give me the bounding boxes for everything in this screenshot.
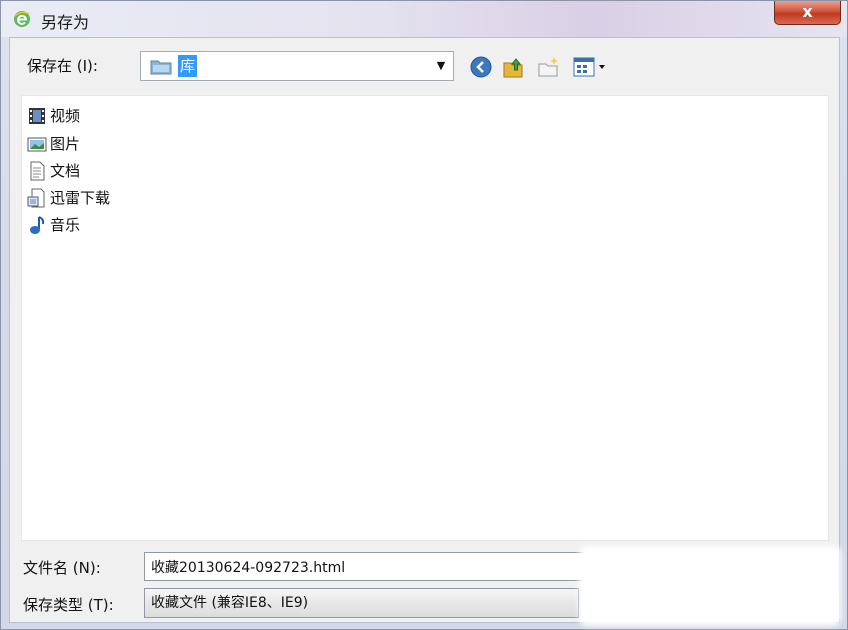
close-button[interactable]: x <box>774 1 841 25</box>
filename-input[interactable] <box>144 552 599 581</box>
window-title: 另存为 <box>41 13 90 32</box>
music-library-icon <box>30 216 45 234</box>
save-in-value: 库 <box>178 55 198 77</box>
save-as-dialog: 另存为 x 保存在 (I): 库 ▼ 视频 图片 文档 迅雷下载 音乐 文件名 … <box>0 0 848 630</box>
obscured-region <box>579 546 841 626</box>
filename-label: 文件名 (N): <box>23 559 101 577</box>
library-folder-icon <box>150 60 172 75</box>
list-item-label: 音乐 <box>50 216 81 234</box>
download-library-icon <box>27 188 45 208</box>
save-in-dropdown[interactable]: 库 ▼ <box>140 51 454 81</box>
view-menu-icon[interactable] <box>572 55 612 79</box>
list-item-music[interactable]: 音乐 <box>27 213 80 237</box>
list-item-documents[interactable]: 文档 <box>27 159 80 183</box>
filetype-select[interactable]: 收藏文件 (兼容IE8、IE9) <box>144 588 579 618</box>
up-folder-icon[interactable] <box>501 55 525 79</box>
file-list[interactable]: 视频 图片 文档 迅雷下载 音乐 <box>21 95 829 541</box>
list-item-label: 视频 <box>50 107 81 125</box>
save-in-label: 保存在 (I): <box>27 57 98 75</box>
list-item-video[interactable]: 视频 <box>27 104 80 128</box>
list-item-label: 图片 <box>50 135 81 153</box>
video-library-icon <box>29 108 45 124</box>
list-item-label: 文档 <box>50 162 81 180</box>
new-folder-icon[interactable] <box>536 55 560 79</box>
chevron-down-icon[interactable]: ▼ <box>434 58 448 74</box>
title-bar[interactable]: 另存为 <box>1 1 847 37</box>
list-item-label: 迅雷下载 <box>50 189 111 207</box>
document-library-icon <box>30 161 45 181</box>
back-arrow-icon[interactable] <box>469 55 493 79</box>
picture-library-icon <box>27 137 47 152</box>
filetype-label: 保存类型 (T): <box>23 596 114 614</box>
list-item-pictures[interactable]: 图片 <box>27 132 80 156</box>
ie-logo-icon <box>14 11 30 27</box>
list-item-downloads[interactable]: 迅雷下载 <box>27 186 110 210</box>
